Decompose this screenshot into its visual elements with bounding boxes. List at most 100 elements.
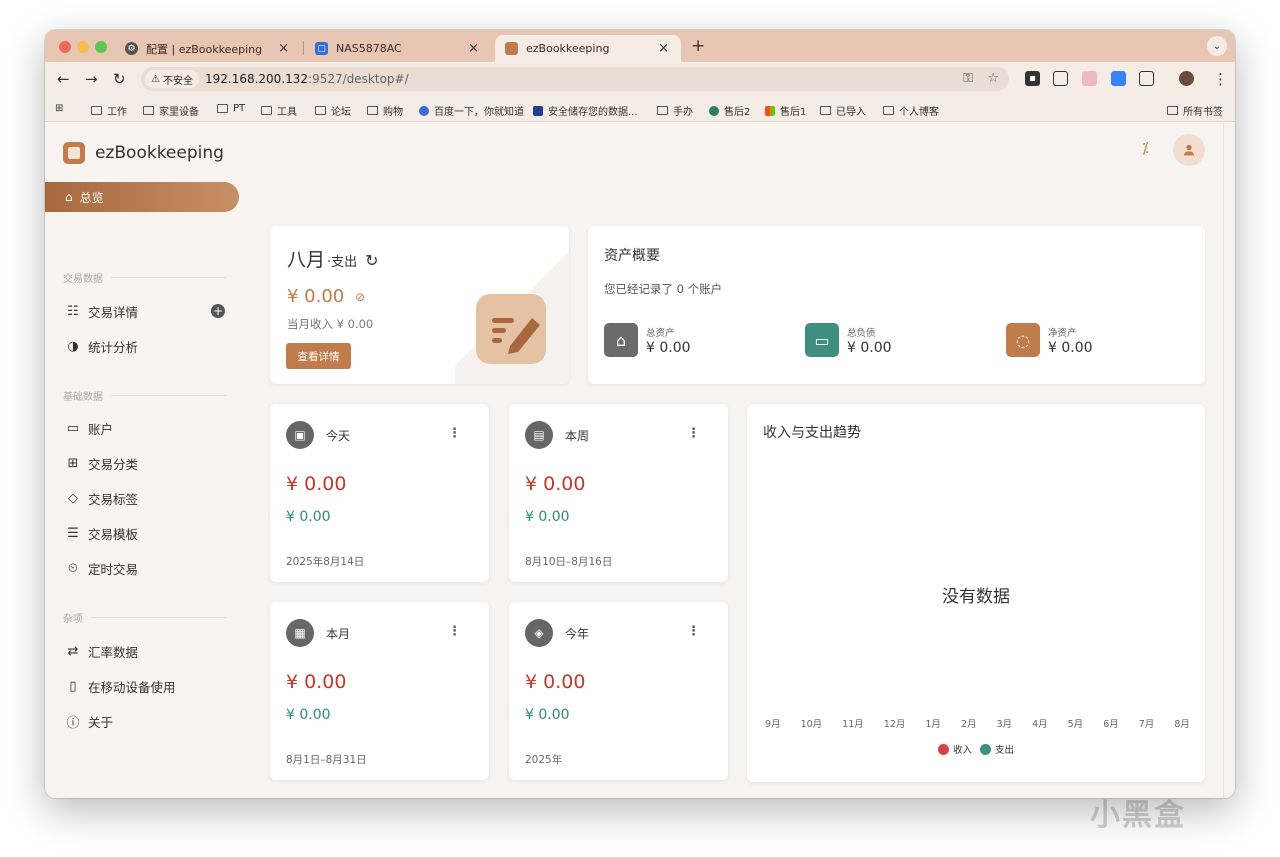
- overview-title: 今年: [565, 626, 590, 641]
- bookmark-item[interactable]: 论坛: [315, 103, 351, 118]
- legend-dot: [980, 743, 991, 755]
- tab-ezbookkeeping[interactable]: ezBookkeeping ×: [495, 35, 681, 62]
- windows-icon: [765, 105, 775, 116]
- eye-off-icon[interactable]: ⊘: [355, 290, 365, 304]
- overview-expense: ¥ 0.00: [525, 671, 586, 693]
- nav-item-accounts[interactable]: ▭ 账户: [65, 419, 113, 438]
- page-scrollbar[interactable]: [1223, 122, 1235, 798]
- key-icon[interactable]: ⚿: [963, 71, 973, 86]
- security-chip[interactable]: ⚠ 不安全: [145, 70, 199, 88]
- add-transaction-icon[interactable]: +: [211, 304, 225, 318]
- refresh-icon[interactable]: ↻: [365, 251, 378, 270]
- close-window-button[interactable]: [59, 41, 71, 53]
- back-arrow-icon[interactable]: ←: [57, 70, 70, 88]
- bookmark-item[interactable]: 个人博客: [883, 103, 939, 118]
- overview-title: 今天: [326, 428, 351, 443]
- legend-dot: [937, 743, 949, 755]
- nav-item-transaction-details[interactable]: ☷ 交易详情: [65, 302, 138, 321]
- nav-item-exchange-rates[interactable]: ⇄ 汇率数据: [65, 642, 138, 661]
- extension-icon[interactable]: ▪: [1025, 71, 1040, 86]
- bookmark-item[interactable]: PT: [217, 103, 245, 114]
- overview-title: 本周: [565, 428, 590, 443]
- legend-income[interactable]: 收入: [937, 742, 972, 756]
- nav-item-tags[interactable]: ◇ 交易标签: [65, 489, 138, 508]
- bookmark-label: 工具: [277, 107, 297, 118]
- month-expense-title: 八月 ·支出 ↻: [287, 245, 379, 272]
- tab-config[interactable]: ⚙ 配置 | ezBookkeeping ×: [115, 35, 301, 62]
- tab-close-icon[interactable]: ×: [468, 41, 479, 56]
- bookmark-item[interactable]: 安全储存您的数据...: [533, 103, 638, 118]
- more-menu-icon[interactable]: ⋮: [448, 426, 461, 441]
- overview-card-today[interactable]: ▣ 今天 ⋮ ¥ 0.00 ¥ 0.00 2025年8月14日: [270, 404, 489, 582]
- new-tab-button[interactable]: +: [691, 36, 705, 56]
- bookmark-item[interactable]: 百度一下，你就知道: [419, 103, 524, 118]
- url-text: 192.168.200.132:9527/desktop#/: [205, 72, 409, 86]
- bookmark-item[interactable]: 售后1: [765, 103, 806, 118]
- overview-card-year[interactable]: ◈ 今年 ⋮ ¥ 0.00 ¥ 0.00 2025年: [509, 602, 728, 780]
- hide-amount-toggle-icon[interactable]: ⁒: [1142, 139, 1149, 157]
- overview-card-week[interactable]: ▤ 本周 ⋮ ¥ 0.00 ¥ 0.00 8月10日–8月16日: [509, 404, 728, 582]
- section-label: 基础数据: [63, 392, 103, 403]
- apps-grid-icon[interactable]: ⊞: [55, 103, 63, 114]
- bookmark-item[interactable]: 购物: [367, 103, 403, 118]
- asset-label: 总资产: [646, 327, 675, 339]
- overview-title: 本月: [326, 626, 351, 641]
- nav-item-categories[interactable]: ⊞ 交易分类: [65, 454, 138, 473]
- tab-search-chevron-icon[interactable]: ⌄: [1207, 36, 1227, 56]
- overview-card-month[interactable]: ▦ 本月 ⋮ ¥ 0.00 ¥ 0.00 8月1日–8月31日: [270, 602, 489, 780]
- tab-bar: ⚙ 配置 | ezBookkeeping × ▢ NAS5878AC × ezB…: [45, 30, 1235, 62]
- view-details-button[interactable]: 查看详情: [286, 343, 351, 369]
- kebab-menu-icon[interactable]: ⋮: [1213, 70, 1228, 88]
- security-label: 不安全: [162, 75, 193, 87]
- overview-income: ¥ 0.00: [286, 509, 331, 525]
- user-avatar[interactable]: [1173, 134, 1205, 166]
- month-type-label: ·支出: [327, 255, 358, 270]
- maximize-window-button[interactable]: [95, 41, 107, 53]
- nav-item-statistics[interactable]: ◑ 统计分析: [65, 337, 138, 356]
- folder-icon: [315, 106, 326, 115]
- brand[interactable]: ezBookkeeping: [63, 142, 224, 164]
- puzzle-icon[interactable]: [1139, 71, 1154, 86]
- extension-icon[interactable]: [1053, 71, 1068, 86]
- overview-expense: ¥ 0.00: [286, 473, 347, 495]
- address-bar[interactable]: ⚠ 不安全 192.168.200.132:9527/desktop#/ ⚿ ☆: [141, 67, 1009, 91]
- all-bookmarks[interactable]: 所有书签: [1167, 103, 1223, 118]
- folder-icon: [261, 106, 272, 115]
- legend-expense[interactable]: 支出: [980, 742, 1014, 756]
- tag-icon: ◇: [68, 491, 78, 506]
- folder-icon: [143, 106, 154, 115]
- tab-close-icon[interactable]: ×: [658, 41, 669, 56]
- extension-icon[interactable]: [1111, 71, 1126, 86]
- bookmark-item[interactable]: 家里设备: [143, 103, 199, 118]
- bookmark-item[interactable]: 工作: [91, 103, 127, 118]
- overview-income: ¥ 0.00: [286, 707, 331, 723]
- bookmark-star-icon[interactable]: ☆: [987, 71, 999, 86]
- profile-avatar-icon[interactable]: [1179, 71, 1194, 86]
- bookmark-item[interactable]: 售后2: [709, 103, 750, 118]
- tab-nas[interactable]: ▢ NAS5878AC ×: [305, 35, 491, 62]
- month-tick: 1月: [925, 719, 941, 730]
- more-menu-icon[interactable]: ⋮: [687, 624, 700, 639]
- month-tick: 8月: [1174, 719, 1190, 730]
- bookmark-label: 家里设备: [159, 107, 199, 118]
- nav-item-scheduled[interactable]: ⏲ 定时交易: [65, 559, 138, 578]
- bookmark-item[interactable]: 手办: [657, 103, 693, 118]
- minimize-window-button[interactable]: [77, 41, 89, 53]
- bookmark-item[interactable]: 工具: [261, 103, 297, 118]
- folder-icon: [91, 106, 102, 115]
- nav-item-about[interactable]: ⓘ 关于: [65, 712, 113, 731]
- extension-icon[interactable]: [1082, 71, 1097, 86]
- nav-item-mobile[interactable]: ▯ 在移动设备使用: [65, 677, 175, 696]
- more-menu-icon[interactable]: ⋮: [687, 426, 700, 441]
- bookmark-item[interactable]: 已导入: [820, 103, 866, 118]
- bookmark-label: 百度一下，你就知道: [434, 107, 524, 118]
- nav-item-overview[interactable]: ⌂ 总览: [45, 182, 239, 212]
- month-income-text: 当月收入 ¥ 0.00: [287, 317, 374, 331]
- pie-chart-icon: ◑: [67, 339, 79, 354]
- more-menu-icon[interactable]: ⋮: [448, 624, 461, 639]
- nav-item-templates[interactable]: ☰ 交易模板: [65, 524, 138, 543]
- reload-icon[interactable]: ↻: [113, 70, 126, 88]
- forward-arrow-icon[interactable]: →: [85, 70, 98, 88]
- tab-close-icon[interactable]: ×: [278, 41, 289, 56]
- month-expense-amount: ¥ 0.00: [287, 286, 345, 307]
